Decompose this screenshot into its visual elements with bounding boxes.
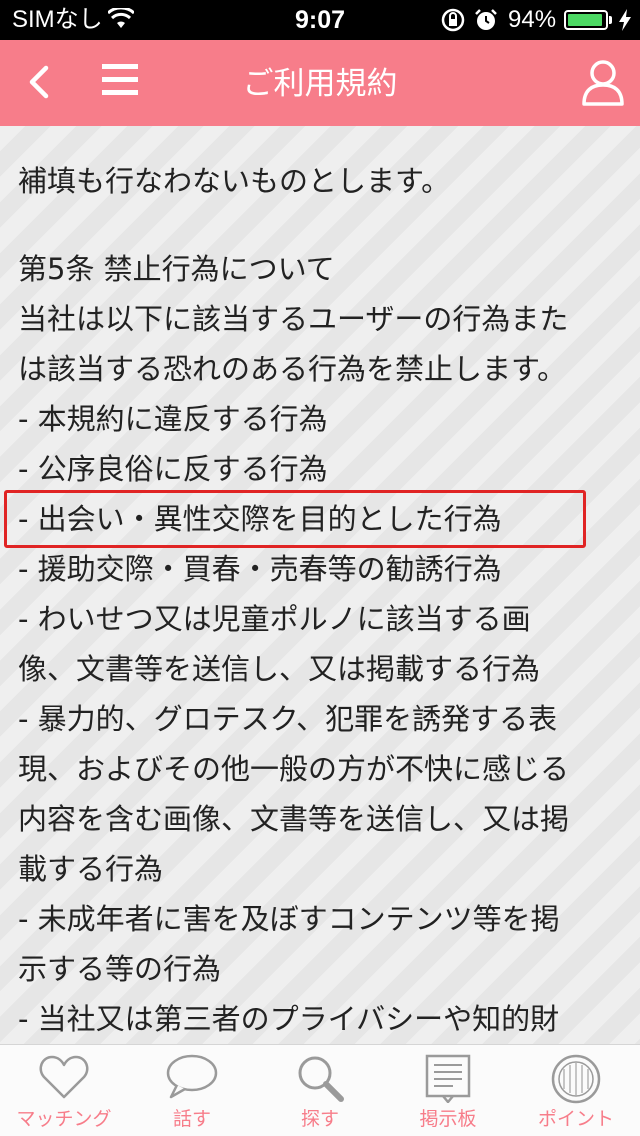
- tab-talk[interactable]: 話す: [128, 1045, 256, 1136]
- user-icon[interactable]: [580, 58, 626, 108]
- battery-cap: [609, 16, 612, 24]
- terms-line: 載する行為: [18, 852, 164, 886]
- terms-line: 内容を含む画像、文書等を送信し、又は掲: [18, 802, 570, 836]
- terms-line: 当社は以下に該当するユーザーの行為また: [18, 302, 569, 336]
- terms-line: - 公序良俗に反する行為: [18, 452, 328, 486]
- battery-icon: [564, 10, 608, 30]
- tab-label: 話す: [172, 1108, 211, 1130]
- tab-bar: マッチング 話す 探す 掲示板 ポイント: [0, 1044, 640, 1136]
- tab-label: 探す: [300, 1108, 339, 1130]
- bulletin-board-icon: [423, 1053, 473, 1107]
- terms-line: は該当する恐れのある行為を禁止します。: [18, 352, 567, 386]
- coin-icon: [550, 1053, 602, 1109]
- terms-article-heading: 第5条 禁止行為について: [18, 252, 335, 286]
- battery-level-fill: [568, 14, 602, 26]
- alarm-icon: [474, 8, 498, 37]
- tab-label: マッチング: [16, 1108, 112, 1130]
- terms-line: - 未成年者に害を及ぼすコンテンツ等を掲: [18, 902, 560, 936]
- terms-line: 現、およびその他一般の方が不快に感じる: [18, 752, 570, 786]
- terms-line: 示する等の行為: [18, 952, 222, 986]
- speech-bubble-icon: [165, 1053, 219, 1105]
- nav-bar: ご利用規約: [0, 40, 640, 126]
- charging-icon: [618, 9, 632, 36]
- terms-line: - わいせつ又は児童ポルノに該当する画: [18, 602, 531, 636]
- tab-matching[interactable]: マッチング: [0, 1045, 128, 1136]
- tab-points[interactable]: ポイント: [512, 1045, 640, 1136]
- battery-percent: 94%: [508, 6, 557, 33]
- tab-board[interactable]: 掲示板: [384, 1045, 512, 1136]
- search-icon: [294, 1053, 346, 1107]
- terms-content[interactable]: 補填も行なわないものとします。 第5条 禁止行為について 当社は以下に該当するユ…: [0, 126, 640, 1044]
- heart-icon: [38, 1053, 90, 1105]
- terms-line: 補填も行なわないものとします。: [18, 164, 451, 198]
- status-bar: SIMなし 9:07 94%: [0, 0, 640, 40]
- terms-line: - 暴力的、グロテスク、犯罪を誘発する表: [18, 702, 558, 736]
- tab-label: 掲示板: [419, 1108, 477, 1130]
- highlight-box: [4, 490, 586, 548]
- tab-label: ポイント: [537, 1108, 614, 1130]
- tab-search[interactable]: 探す: [256, 1045, 384, 1136]
- page-title: ご利用規約: [242, 66, 398, 102]
- terms-line: 像、文書等を送信し、又は掲載する行為: [18, 652, 541, 686]
- terms-line: - 援助交際・買春・売春等の勧誘行為: [18, 552, 502, 586]
- terms-line: - 当社又は第三者のプライバシーや知的財: [18, 1002, 560, 1036]
- rotation-lock-icon: [440, 8, 466, 37]
- terms-line: - 本規約に違反する行為: [18, 402, 328, 436]
- terms-text: 補填も行なわないものとします。 第5条 禁止行為について 当社は以下に該当するユ…: [18, 156, 628, 1044]
